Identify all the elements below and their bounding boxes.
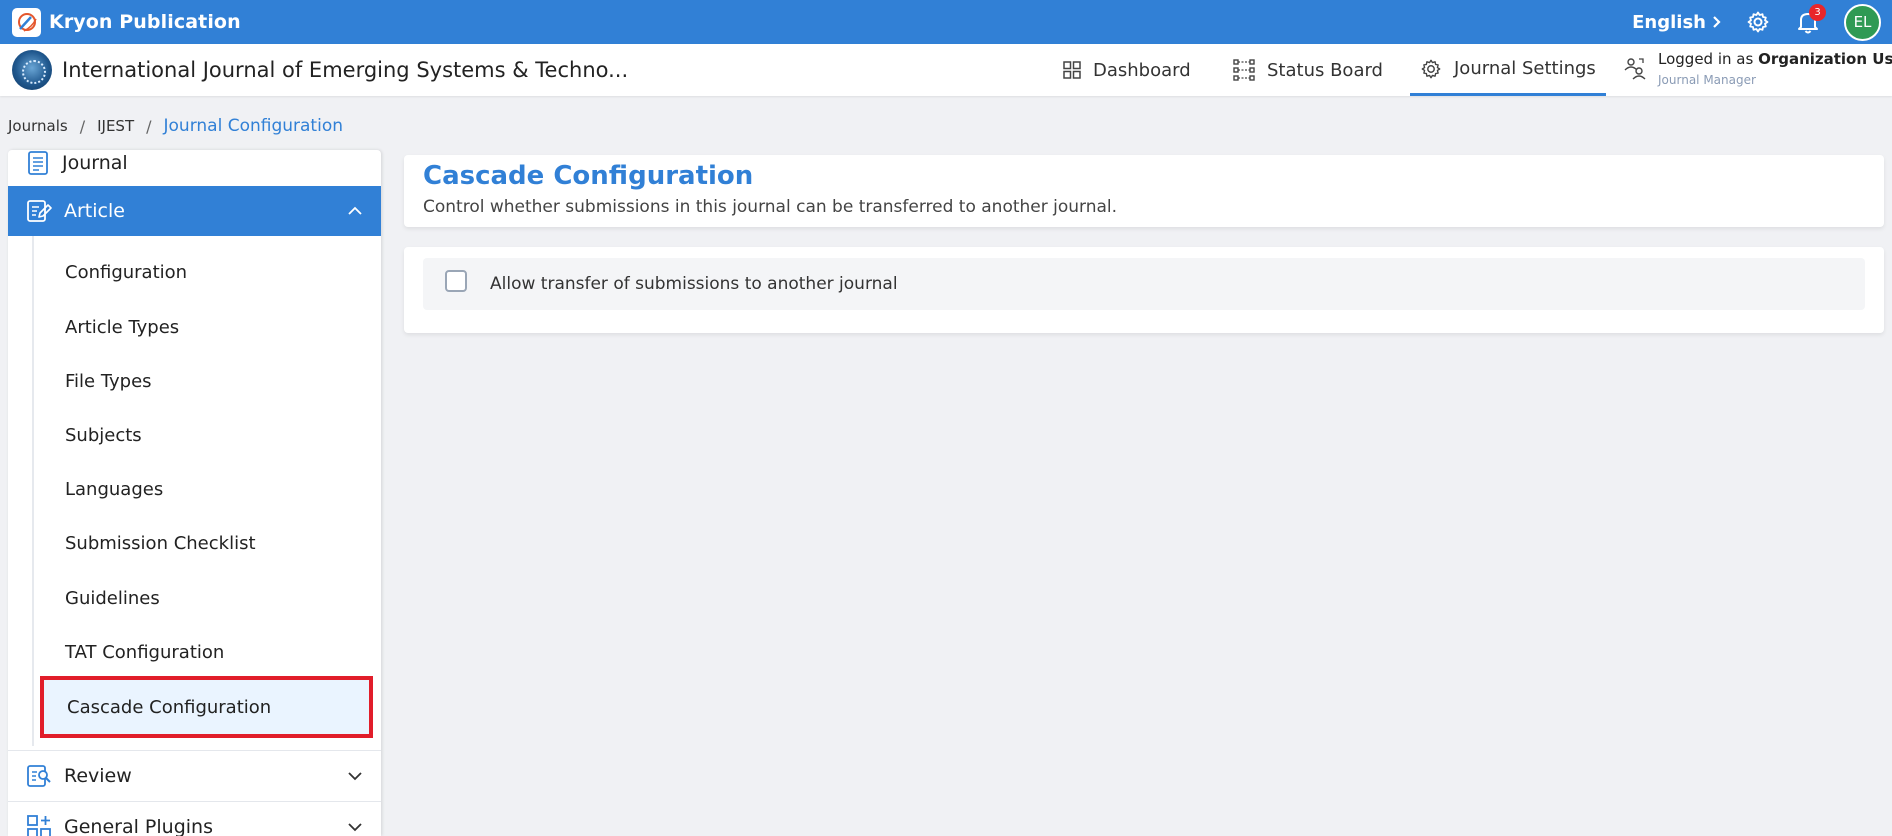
transfer-option-row[interactable]: Allow transfer of submissions to another… (423, 258, 1865, 310)
sidebar-section-article[interactable]: Article (8, 186, 381, 236)
sidebar-general-plugins-label: General Plugins (64, 816, 213, 836)
breadcrumb-current: Journal Configuration (163, 116, 344, 136)
chevron-down-icon (348, 772, 362, 781)
breadcrumb: Journals / IJEST / Journal Configuration (8, 116, 343, 136)
chevron-up-icon (348, 206, 362, 215)
page-description: Control whether submissions in this jour… (423, 197, 1118, 217)
review-search-icon (27, 765, 51, 787)
user-name: Organization User (1758, 50, 1892, 68)
gear-icon (1747, 11, 1769, 33)
notification-badge: 3 (1809, 4, 1826, 21)
chevron-right-icon (1713, 16, 1721, 28)
sidebar-review-label: Review (64, 765, 132, 787)
nav-status-board[interactable]: Status Board (1233, 44, 1383, 96)
journal-logo-icon (12, 50, 52, 90)
language-selector[interactable]: English (1632, 12, 1722, 33)
notifications-button[interactable]: 3 (1794, 4, 1826, 36)
grid-icon (1063, 61, 1081, 79)
edit-document-icon (27, 200, 52, 222)
page-title: Cascade Configuration (423, 161, 754, 191)
nav-journal-settings-label: Journal Settings (1454, 58, 1596, 79)
nav-status-board-label: Status Board (1267, 59, 1383, 81)
sidebar-journal-label: Journal (62, 152, 128, 174)
sidebar-item-article-types[interactable]: Article Types (65, 317, 179, 338)
plugins-icon (27, 815, 51, 836)
sidebar-item-submission-checklist[interactable]: Submission Checklist (65, 533, 256, 554)
sidebar-item-subjects[interactable]: Subjects (65, 425, 142, 446)
journal-header: International Journal of Emerging System… (0, 44, 1892, 96)
sidebar-section-review[interactable]: Review (8, 751, 381, 801)
settings-button[interactable] (1744, 8, 1772, 36)
sidebar-item-file-types[interactable]: File Types (65, 371, 152, 392)
breadcrumb-separator: / (146, 116, 152, 136)
journal-title: International Journal of Emerging System… (62, 58, 629, 82)
gear-icon (1421, 59, 1441, 78)
allow-transfer-label[interactable]: Allow transfer of submissions to another… (490, 274, 898, 294)
breadcrumb-journals[interactable]: Journals (8, 117, 68, 135)
sidebar-section-journal[interactable]: Journal (8, 150, 381, 184)
settings-card: Allow transfer of submissions to another… (404, 247, 1884, 333)
switch-user-icon (1624, 58, 1646, 80)
logged-in-user[interactable]: Logged in as Organization User Journal M… (1624, 50, 1892, 87)
breadcrumb-ijest[interactable]: IJEST (97, 117, 134, 135)
brand[interactable]: Kryon Publication (12, 7, 241, 37)
sidebar-item-cascade-configuration[interactable]: Cascade Configuration (40, 676, 373, 738)
logged-in-prefix: Logged in as (1658, 50, 1754, 68)
status-board-icon (1233, 59, 1255, 81)
sidebar-section-general-plugins[interactable]: General Plugins (8, 802, 381, 836)
sidebar-item-guidelines[interactable]: Guidelines (65, 588, 160, 609)
kryon-logo-icon (12, 7, 41, 37)
nav-dashboard-label: Dashboard (1093, 59, 1191, 81)
user-role: Journal Manager (1658, 73, 1756, 87)
page-header-card: Cascade Configuration Control whether su… (404, 155, 1884, 227)
avatar[interactable]: EL (1844, 3, 1881, 41)
app-name: Kryon Publication (49, 11, 241, 33)
sidebar-item-languages[interactable]: Languages (65, 479, 163, 500)
sidebar-article-label: Article (64, 200, 125, 222)
sidebar-item-tat-configuration[interactable]: TAT Configuration (65, 642, 224, 663)
chevron-down-icon (348, 823, 362, 832)
top-bar: Kryon Publication English 3 EL (0, 0, 1892, 44)
breadcrumb-separator: / (79, 116, 86, 136)
sidebar-item-configuration[interactable]: Configuration (65, 262, 187, 283)
sidebar: Journal Article Configuration Article Ty… (8, 150, 381, 836)
allow-transfer-checkbox[interactable] (445, 270, 467, 292)
language-label: English (1632, 11, 1706, 33)
document-icon (28, 151, 48, 175)
nav-journal-settings[interactable]: Journal Settings (1410, 44, 1606, 96)
nav-dashboard[interactable]: Dashboard (1063, 44, 1191, 96)
